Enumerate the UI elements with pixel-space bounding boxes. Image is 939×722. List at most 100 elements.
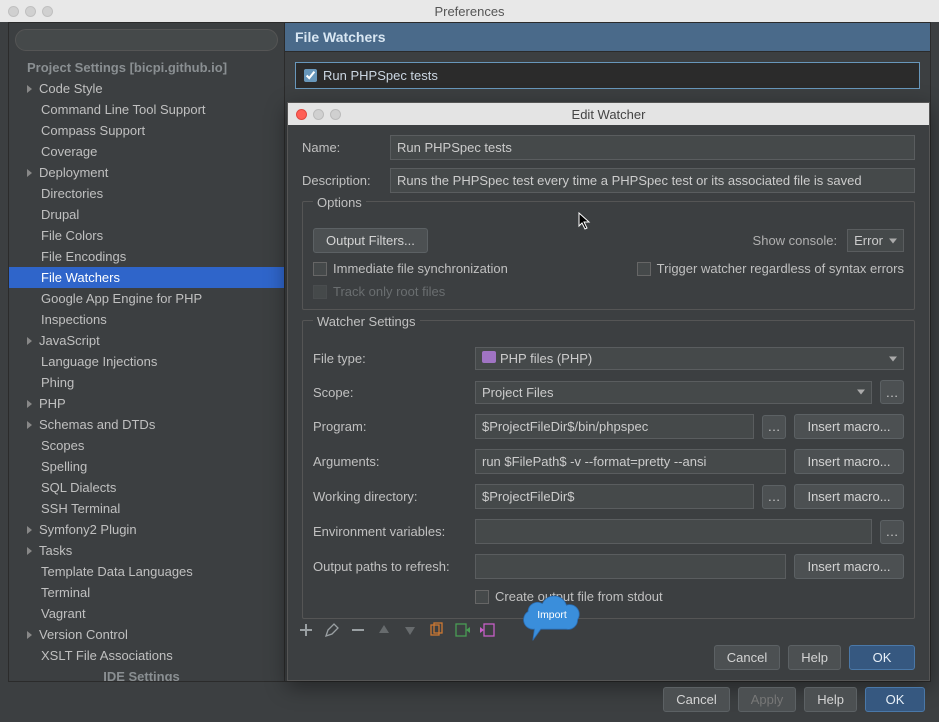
env-input[interactable] [475, 519, 872, 544]
sidebar-item-spelling[interactable]: Spelling [9, 456, 284, 477]
settings-tree[interactable]: Project Settings [bicpi.github.io]Code S… [9, 57, 284, 681]
php-file-icon [482, 351, 496, 363]
sidebar-item-file-colors[interactable]: File Colors [9, 225, 284, 246]
output-filters-button[interactable]: Output Filters... [313, 228, 428, 253]
watcher-enabled-checkbox[interactable] [304, 69, 317, 82]
sidebar-item-sql-dialects[interactable]: SQL Dialects [9, 477, 284, 498]
sidebar-item-label: Compass Support [41, 122, 145, 139]
move-down-icon[interactable] [402, 622, 418, 638]
options-group: Options Output Filters... Show console: … [302, 201, 915, 310]
sidebar-item-scopes[interactable]: Scopes [9, 435, 284, 456]
sidebar-item-command-line-tool-support[interactable]: Command Line Tool Support [9, 99, 284, 120]
output-paths-label: Output paths to refresh: [313, 559, 467, 574]
trigger-regardless-checkbox[interactable]: Trigger watcher regardless of syntax err… [637, 261, 904, 276]
sidebar-item-label: Template Data Languages [41, 563, 193, 580]
import-icon[interactable] [454, 622, 470, 638]
move-up-icon[interactable] [376, 622, 392, 638]
sidebar-item-label: Scopes [41, 437, 84, 454]
program-label: Program: [313, 419, 467, 434]
sidebar-item-label: SSH Terminal [41, 500, 120, 517]
file-type-label: File type: [313, 351, 467, 366]
sidebar-item-coverage[interactable]: Coverage [9, 141, 284, 162]
sidebar-item-tasks[interactable]: Tasks [9, 540, 284, 561]
edit-watcher-dialog: Edit Watcher Name: Description: Options … [287, 102, 930, 681]
sidebar-item-label: PHP [39, 395, 66, 412]
dialog-cancel-button[interactable]: Cancel [714, 645, 780, 670]
sidebar-item-schemas-and-dtds[interactable]: Schemas and DTDs [9, 414, 284, 435]
sidebar-item-ssh-terminal[interactable]: SSH Terminal [9, 498, 284, 519]
sidebar-item-google-app-engine-for-php[interactable]: Google App Engine for PHP [9, 288, 284, 309]
output-paths-input[interactable] [475, 554, 786, 579]
sidebar-item-php[interactable]: PHP [9, 393, 284, 414]
arguments-input[interactable] [475, 449, 786, 474]
name-label: Name: [302, 140, 380, 155]
sidebar-item-label: Phing [41, 374, 74, 391]
immediate-sync-checkbox[interactable]: Immediate file synchronization [313, 261, 508, 276]
create-output-checkbox[interactable]: Create output file from stdout [475, 589, 663, 604]
sidebar-item-vagrant[interactable]: Vagrant [9, 603, 284, 624]
sidebar-item-drupal[interactable]: Drupal [9, 204, 284, 225]
sidebar-item-language-injections[interactable]: Language Injections [9, 351, 284, 372]
file-type-dropdown[interactable]: PHP files (PHP) [475, 347, 904, 370]
program-insert-macro-button[interactable]: Insert macro... [794, 414, 904, 439]
workdir-label: Working directory: [313, 489, 467, 504]
ok-button[interactable]: OK [865, 687, 925, 712]
sidebar-item-label: Language Injections [41, 353, 157, 370]
program-input[interactable] [475, 414, 754, 439]
sidebar-item-label: Google App Engine for PHP [41, 290, 202, 307]
sidebar-item-label: Coverage [41, 143, 97, 160]
program-browse-button[interactable]: … [762, 415, 786, 439]
sidebar-item-directories[interactable]: Directories [9, 183, 284, 204]
output-paths-insert-macro-button[interactable]: Insert macro... [794, 554, 904, 579]
window-titlebar: Preferences [0, 0, 939, 22]
dialog-ok-button[interactable]: OK [849, 645, 915, 670]
watcher-list-item[interactable]: Run PHPSpec tests [295, 62, 920, 89]
sidebar-item-deployment[interactable]: Deployment [9, 162, 284, 183]
remove-icon[interactable] [350, 622, 366, 638]
workdir-input[interactable] [475, 484, 754, 509]
sidebar-item-file-encodings[interactable]: File Encodings [9, 246, 284, 267]
workdir-browse-button[interactable]: … [762, 485, 786, 509]
sidebar-item-javascript[interactable]: JavaScript [9, 330, 284, 351]
export-icon[interactable] [480, 622, 496, 638]
cancel-button[interactable]: Cancel [663, 687, 729, 712]
sidebar-item-template-data-languages[interactable]: Template Data Languages [9, 561, 284, 582]
arguments-insert-macro-button[interactable]: Insert macro... [794, 449, 904, 474]
sidebar-item-inspections[interactable]: Inspections [9, 309, 284, 330]
scope-dropdown[interactable]: Project Files [475, 381, 872, 404]
sidebar-item-label: Drupal [41, 206, 79, 223]
show-console-dropdown[interactable]: Error [847, 229, 904, 252]
sidebar-item-file-watchers[interactable]: File Watchers [9, 267, 284, 288]
scope-browse-button[interactable]: … [880, 380, 904, 404]
description-label: Description: [302, 173, 380, 188]
search-input[interactable] [15, 29, 278, 51]
copy-icon[interactable] [428, 622, 444, 638]
sidebar-item-label: XSLT File Associations [41, 647, 173, 664]
sidebar-item-label: Deployment [39, 164, 108, 181]
apply-button[interactable]: Apply [738, 687, 797, 712]
sidebar-item-label: Symfony2 Plugin [39, 521, 137, 538]
edit-icon[interactable] [324, 622, 340, 638]
sidebar-item-label: File Encodings [41, 248, 126, 265]
settings-sidebar: Project Settings [bicpi.github.io]Code S… [9, 23, 285, 681]
watcher-settings-group: Watcher Settings File type: PHP files (P… [302, 320, 915, 619]
sidebar-item-phing[interactable]: Phing [9, 372, 284, 393]
sidebar-item-compass-support[interactable]: Compass Support [9, 120, 284, 141]
sidebar-item-label: Version Control [39, 626, 128, 643]
dialog-help-button[interactable]: Help [788, 645, 841, 670]
sidebar-item-version-control[interactable]: Version Control [9, 624, 284, 645]
sidebar-item-label: Code Style [39, 80, 103, 97]
description-input[interactable] [390, 168, 915, 193]
workdir-insert-macro-button[interactable]: Insert macro... [794, 484, 904, 509]
chevron-right-icon [27, 421, 32, 429]
name-input[interactable] [390, 135, 915, 160]
sidebar-item-label: File Colors [41, 227, 103, 244]
sidebar-item-terminal[interactable]: Terminal [9, 582, 284, 603]
sidebar-item-label: Tasks [39, 542, 72, 559]
help-button[interactable]: Help [804, 687, 857, 712]
add-icon[interactable] [298, 622, 314, 638]
sidebar-item-code-style[interactable]: Code Style [9, 78, 284, 99]
env-browse-button[interactable]: … [880, 520, 904, 544]
sidebar-item-xslt-file-associations[interactable]: XSLT File Associations [9, 645, 284, 666]
sidebar-item-symfony2-plugin[interactable]: Symfony2 Plugin [9, 519, 284, 540]
